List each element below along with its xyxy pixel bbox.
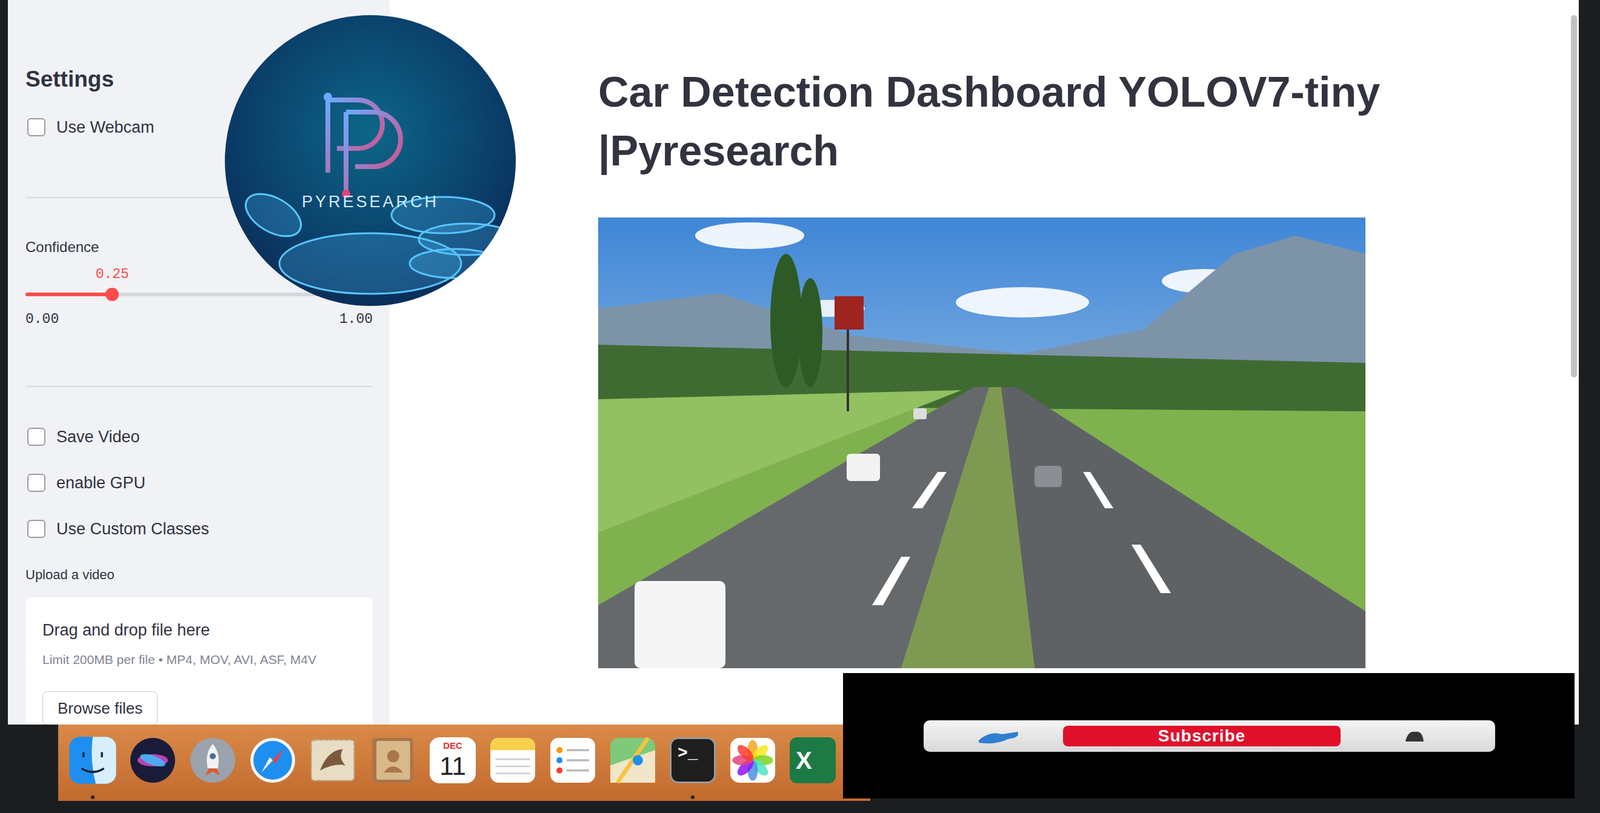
dropzone[interactable]: Drag and drop file here Limit 200MB per f… [25,597,373,725]
dropzone-limit: Limit 200MB per file • MP4, MOV, AVI, AS… [42,651,356,669]
icon-art [607,735,659,787]
checkbox[interactable] [27,473,46,493]
terminal-face: >_ [669,737,716,784]
siri-icon[interactable] [127,735,179,787]
checkbox-label: enable GPU [56,473,146,493]
calendar-face: DEC11 [429,737,476,784]
page-title: Car Detection Dashboard YOLOV7-tiny |Pyr… [598,63,1399,181]
mail-icon[interactable] [307,735,359,787]
notes-icon[interactable] [487,735,539,787]
upload-label: Upload a video [25,566,373,584]
photos-icon[interactable] [727,735,779,787]
maps-icon[interactable] [607,735,659,787]
main-area: Car Detection Dashboard YOLOV7-tiny |Pyr… [389,0,1579,725]
icon-art [307,735,359,787]
cursor-icon [1401,727,1428,746]
dock: DEC11 >_ X [58,724,871,802]
excel-icon[interactable]: X [787,735,839,787]
calendar-month: DEC [443,740,463,753]
slider-max: 1.00 [339,312,373,327]
subscribe-bar: Subscribe [923,720,1496,753]
contacts-icon[interactable] [367,735,419,787]
dropzone-text: Drag and drop file here [42,620,356,641]
subscribe-button[interactable]: Subscribe [1063,726,1341,747]
icon-art [727,735,779,787]
icon-art [187,735,239,787]
video-frame [598,217,1366,669]
slider-thumb[interactable] [105,287,119,302]
icon-art [247,735,299,787]
terminal-icon[interactable]: >_ [667,735,719,787]
checkbox-row[interactable]: enable GPU [25,470,373,496]
checkbox[interactable] [27,427,46,447]
running-dot [690,795,695,800]
hand-icon [977,727,1021,746]
calendar-day: 11 [439,752,467,782]
finder-icon[interactable] [67,735,119,787]
calendar-icon[interactable]: DEC11 [427,735,479,787]
scrollbar[interactable] [1570,15,1577,378]
running-dot [90,795,95,800]
excel-face: X [789,737,836,784]
logo-text: PYRESEARCH [224,192,516,212]
slider-fill [25,292,113,297]
icon-art [367,735,419,787]
icon-art [487,735,539,787]
checkbox-row[interactable]: Save Video [25,424,373,450]
slider-value: 0.25 [95,267,130,282]
checkbox[interactable] [27,520,46,539]
launchpad-icon[interactable] [187,735,239,787]
reminders-icon[interactable] [547,735,599,787]
checkbox-label: Use Custom Classes [56,520,210,539]
icon-art [547,735,599,787]
slider-range: 0.00 1.00 [25,312,373,327]
checkbox-label: Use Webcam [56,118,155,137]
checkbox-row[interactable]: Use Custom Classes [25,516,373,542]
checkbox[interactable] [27,118,46,137]
icon-art [67,735,119,787]
slider-min: 0.00 [25,312,59,327]
browse-button[interactable]: Browse files [42,691,158,725]
subscribe-overlay: Subscribe [843,673,1575,799]
pyresearch-logo: PYRESEARCH [224,15,516,307]
icon-art [127,735,179,787]
checkbox-label: Save Video [56,427,140,447]
divider [25,386,373,388]
safari-icon[interactable] [247,735,299,787]
